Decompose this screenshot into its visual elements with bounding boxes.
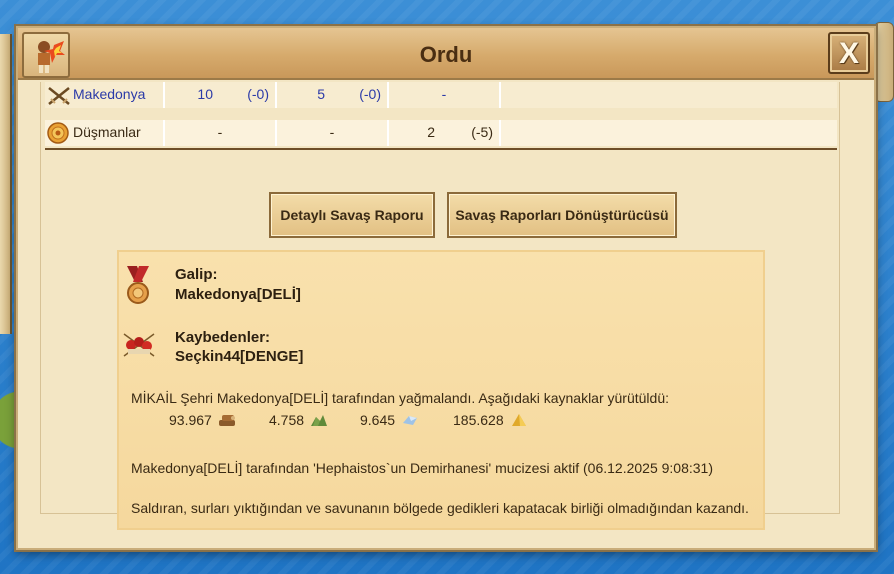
loser-name[interactable]: Seçkin44[DENGE] [175,348,303,365]
silver-icon [402,416,417,425]
close-icon: X [838,37,859,70]
outcome-text: Saldıran, surları yıktığından ve savunan… [131,500,749,516]
winner-name[interactable]: Makedonya[DELİ] [175,286,301,303]
table-row: Makedonya 10 (-0) 5 (-0) - [45,82,837,108]
attack-losses: (-0) [247,86,269,102]
cell-divider [499,120,501,146]
defense-losses: (-5) [471,124,493,140]
resource-silver: 9.645 [360,412,419,428]
attack-units: 10 [197,86,213,102]
table-row: Düşmanlar - - 2 (-5) [45,120,837,146]
defeated-soldiers-icon [123,333,155,357]
resource-value: 9.645 [360,412,396,428]
window-title: Ordu [419,42,473,67]
side-panel-edge [0,34,12,334]
resource-wood: 93.967 [169,412,236,428]
report-content: Makedonya 10 (-0) 5 (-0) - Düşmanlar - - [40,82,840,530]
winner-label: Galip: [175,266,218,283]
army-report-window: Ordu X Makedonya 10 (-0) 5 (-0) - Düşman… [16,26,876,550]
table-divider [45,148,837,150]
wood-icon [218,415,235,426]
resource-value: 4.758 [269,412,305,428]
medal-icon [127,266,149,304]
naval-losses: (-0) [359,86,381,102]
detailed-report-button[interactable]: Detaylı Savaş Raporu [269,192,435,238]
wonder-text: Makedonya[DELİ] tarafından 'Hephaistos`u… [131,460,713,476]
resource-value: 93.967 [169,412,212,428]
row-player-name[interactable]: Makedonya [45,82,163,108]
defense-units: - [441,86,447,102]
plunder-text: MİKAİL Şehri Makedonya[DELİ] tarafından … [131,390,670,406]
favor-icon [511,414,526,426]
attack-units: - [217,124,223,140]
window-titlebar: Ordu X [18,28,874,80]
scroll-ornament [874,22,894,102]
resource-favor: 185.628 [453,412,528,428]
report-converter-button[interactable]: Savaş Raporları Dönüştürücüsü [447,192,677,238]
battle-result-panel: Galip: Makedonya[DELİ] Kaybedenler: Seçk… [117,250,765,530]
row-player-name: Düşmanlar [73,124,141,140]
cell-divider [499,82,501,108]
resource-stone: 4.758 [269,412,328,428]
defense-units: 2 [427,124,435,140]
naval-units: - [329,124,335,140]
close-button[interactable]: X [828,32,870,74]
stone-icon [310,415,327,426]
naval-units: 5 [317,86,325,102]
losers-label: Kaybedenler: [175,329,271,346]
resource-value: 185.628 [453,412,504,428]
